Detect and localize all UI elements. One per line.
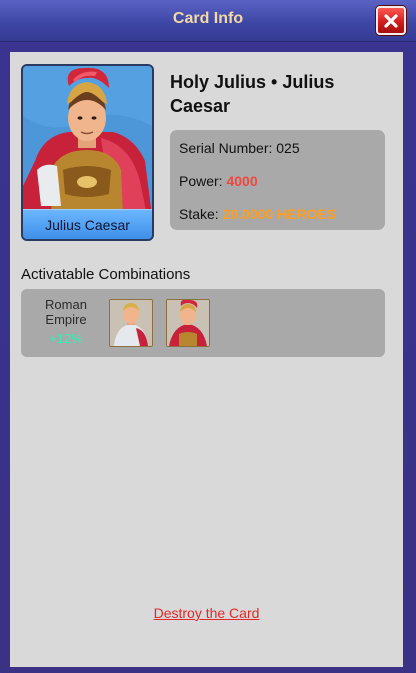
hero-portrait-red (167, 300, 209, 346)
stats-box: Serial Number: 025 Power: 4000 Stake: 20… (170, 130, 385, 230)
combination-row: Roman Empire +12% (21, 289, 385, 357)
stake-row: Stake: 20.0000 HEROES (179, 206, 336, 222)
activatable-combinations-label: Activatable Combinations (21, 266, 191, 283)
card-title: Holy Julius • Julius Caesar (170, 72, 335, 116)
combo-hero-thumbnail[interactable] (166, 299, 210, 347)
hero-name-plate: Julius Caesar (23, 209, 152, 239)
hero-portrait-white (110, 300, 152, 346)
power-row: Power: 4000 (179, 173, 258, 189)
window-title: Card Info (172, 10, 244, 27)
combo-hero-thumbnail[interactable] (109, 299, 153, 347)
close-x-icon (384, 13, 398, 28)
serial-number-row: Serial Number: 025 (179, 140, 300, 156)
serial-number-label: Serial Number: (179, 140, 277, 156)
stake-value: 20.0000 HEROES (222, 206, 337, 222)
power-value: 4000 (226, 173, 258, 189)
power-label: Power: (179, 173, 227, 189)
stake-label: Stake: (179, 206, 223, 222)
card-info-window: Card Info Julius Caesar Holy Julius • Ju… (0, 0, 416, 673)
title-bar: Card Info (0, 0, 416, 42)
card-info-panel: Julius Caesar Holy Julius • Julius Caesa… (10, 52, 403, 667)
combination-bonus: +12% (49, 331, 83, 346)
destroy-card-link[interactable]: Destroy the Card (10, 605, 403, 621)
serial-number-value: 025 (276, 140, 300, 156)
hero-portrait: Julius Caesar (21, 64, 154, 241)
close-button[interactable] (376, 6, 406, 35)
combination-name: Roman Empire (45, 297, 87, 327)
